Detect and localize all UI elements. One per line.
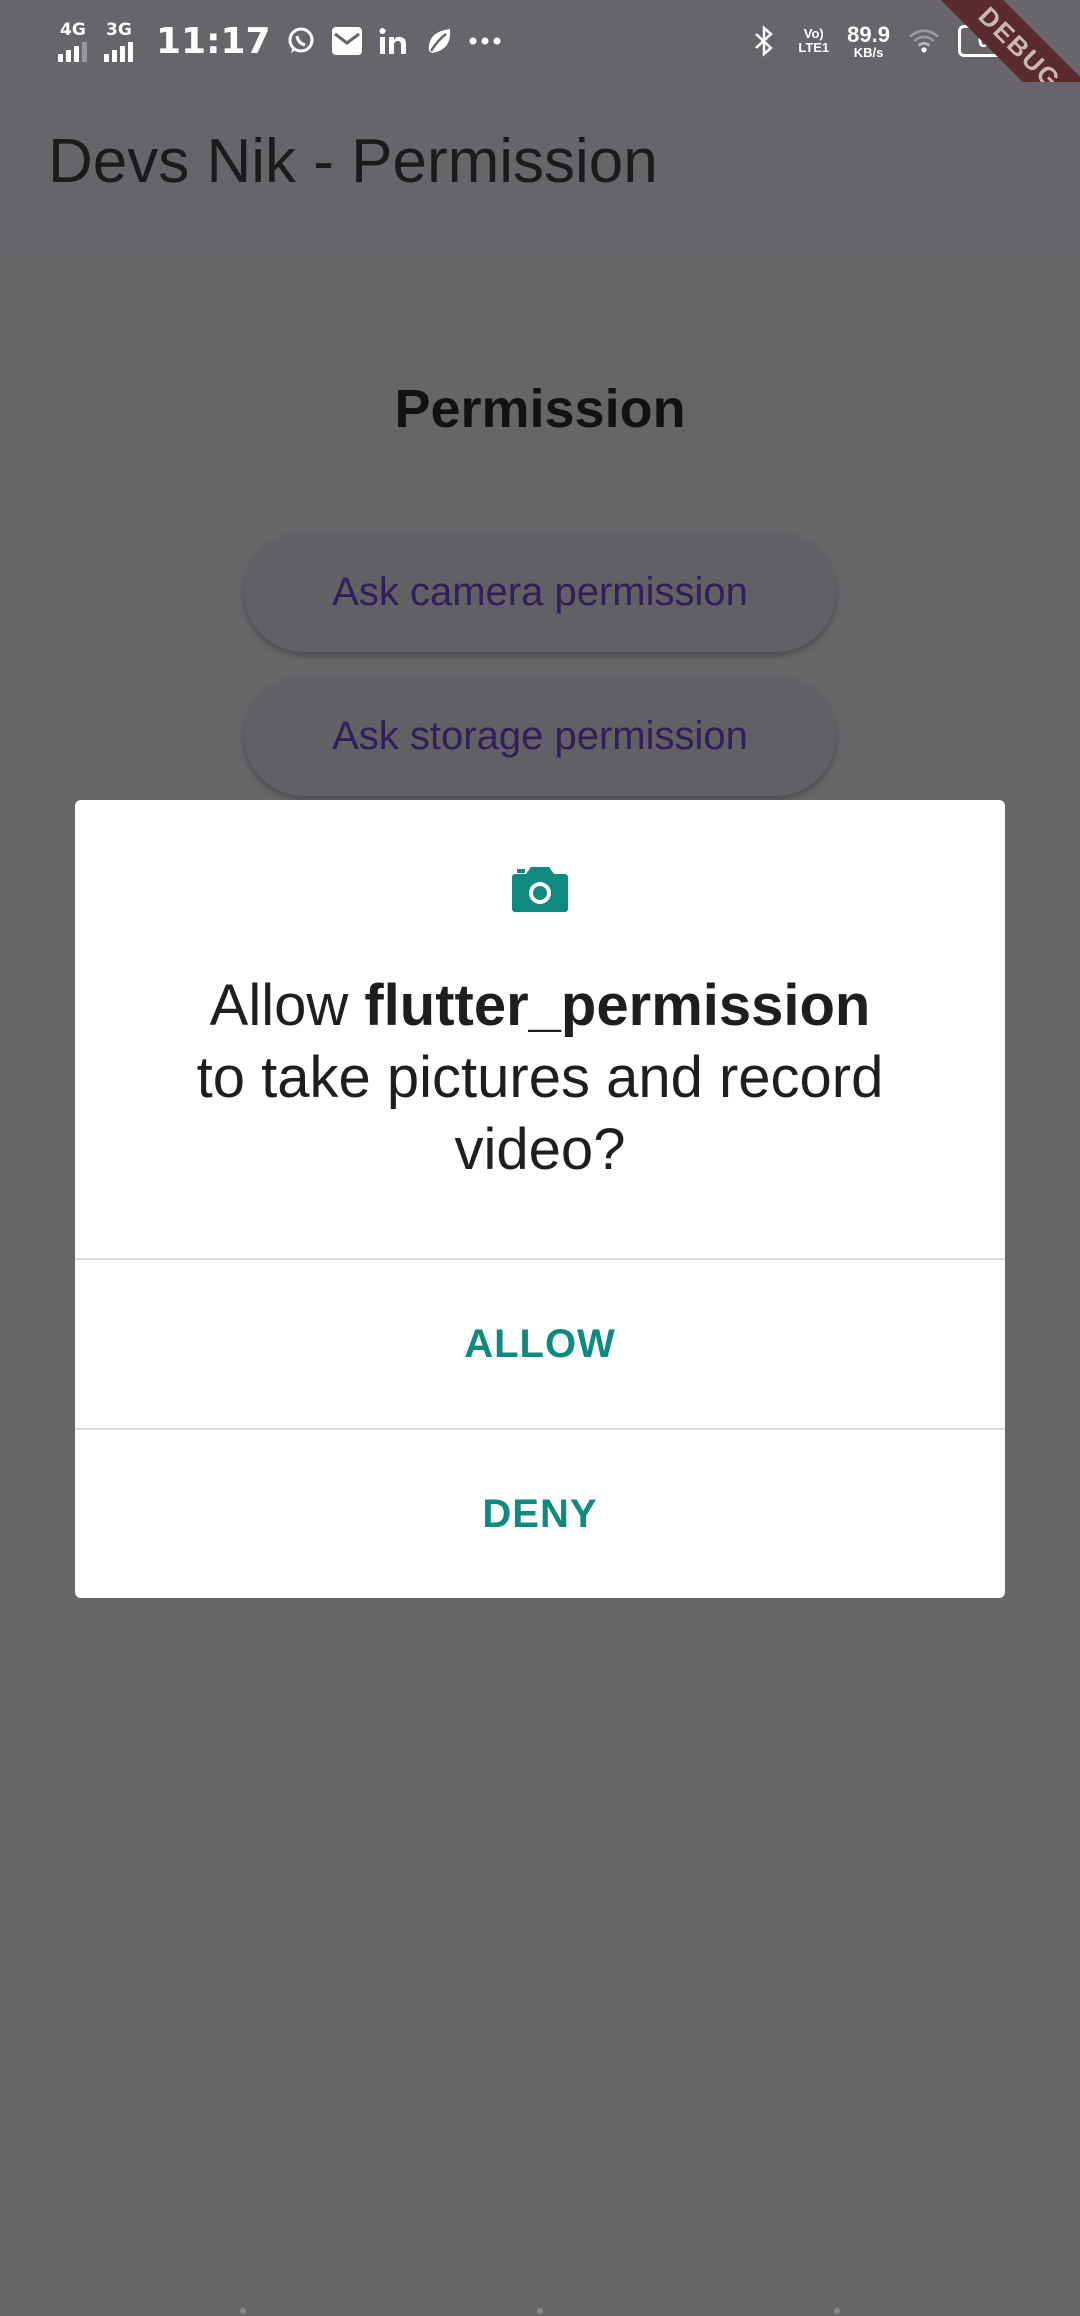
nav-dot [834, 2308, 840, 2314]
signal-3g-icon: 3G [104, 18, 136, 64]
network-label-1: 4G [60, 20, 86, 40]
more-dots-icon [469, 25, 501, 57]
ask-storage-permission-button[interactable]: Ask storage permission [244, 676, 836, 796]
volte-indicator: Vo) LTE1 [798, 27, 829, 54]
app-bar-title: Devs Nik - Permission [48, 127, 658, 196]
dialog-message-prefix: Allow [209, 973, 365, 1038]
deny-button[interactable]: DENY [75, 1430, 1005, 1598]
mail-icon [331, 25, 363, 57]
bluetooth-icon [748, 25, 780, 57]
speed-value: 89.9 [847, 21, 890, 47]
status-time: 11:17 [156, 20, 271, 62]
nav-dot [240, 2308, 246, 2314]
page-heading: Permission [394, 379, 686, 439]
permission-dialog: Allow flutter_permissionto take pictures… [75, 800, 1005, 1598]
app-bar: Devs Nik - Permission [0, 82, 1080, 252]
linkedin-icon [377, 25, 409, 57]
ask-camera-permission-button[interactable]: Ask camera permission [244, 532, 836, 652]
network-speed: 89.9 KB/s [847, 21, 890, 60]
dialog-message: Allow flutter_permissionto take pictures… [115, 970, 965, 1186]
speed-unit: KB/s [853, 44, 884, 60]
dialog-app-name: flutter_permission [364, 973, 871, 1038]
whatsapp-icon [285, 25, 317, 57]
allow-button[interactable]: ALLOW [75, 1260, 1005, 1428]
status-left: 4G 3G 11:17 [58, 0, 501, 82]
network-label-2: 3G [106, 20, 132, 40]
wifi-icon [908, 25, 940, 57]
volte-line-2: LTE1 [798, 40, 830, 55]
status-bar: 4G 3G 11:17 Vo) LTE1 89.9 KB/s [0, 0, 1080, 82]
nav-dot [537, 2308, 543, 2314]
dialog-message-suffix: to take pictures and record video? [196, 1045, 884, 1182]
leaf-icon [423, 25, 455, 57]
signal-4g-icon: 4G [58, 18, 90, 64]
camera-icon [512, 867, 568, 912]
